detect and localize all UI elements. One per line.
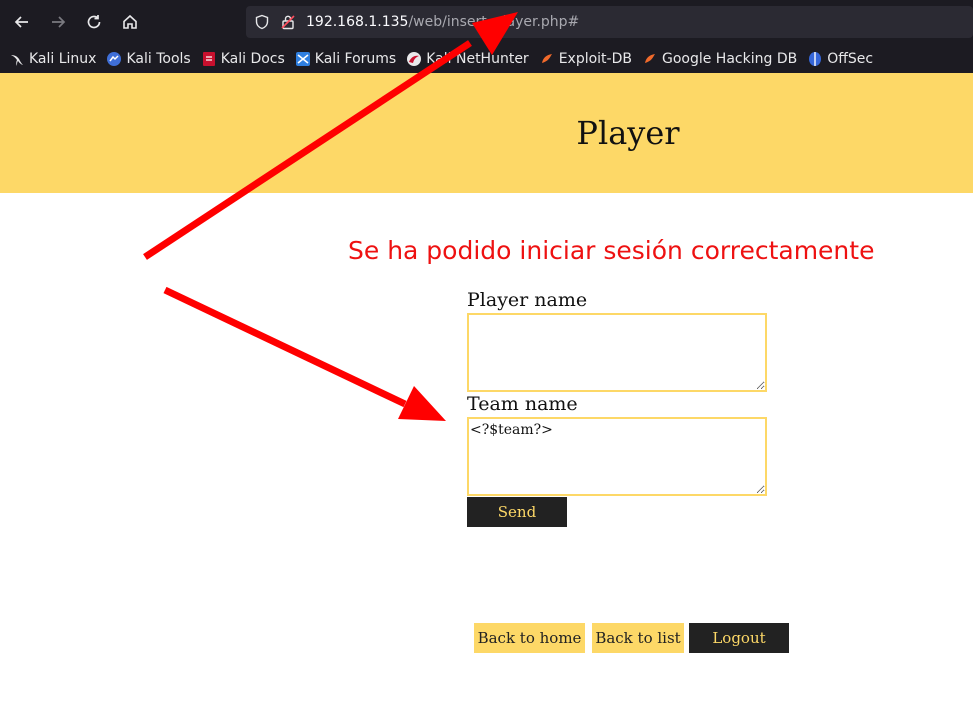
kali-nethunter-icon — [406, 51, 422, 67]
reload-button[interactable] — [76, 4, 112, 40]
page-header: Player — [0, 73, 973, 193]
login-success-message: Se ha podido iniciar sesión correctament… — [348, 236, 875, 265]
url-path: /web/insert_player.php# — [408, 14, 580, 30]
kali-forums-icon — [295, 51, 311, 67]
kali-tools-icon — [106, 51, 122, 67]
bookmark-label: Kali Tools — [126, 50, 191, 67]
exploit-db-icon — [539, 51, 555, 67]
team-name-input[interactable]: <?$team?> — [467, 417, 767, 496]
bookmark-label: Kali Forums — [314, 50, 397, 67]
lock-insecure-icon[interactable] — [280, 14, 296, 30]
google-hacking-db-icon — [642, 51, 658, 67]
annotation-arrow-team-field — [163, 286, 446, 421]
team-name-label: Team name — [467, 393, 578, 415]
shield-icon[interactable] — [254, 14, 270, 30]
home-icon — [123, 14, 137, 29]
back-to-home-button[interactable]: Back to home — [474, 623, 585, 653]
arrow-right-icon — [52, 16, 66, 28]
bookmark-label: Exploit-DB — [558, 50, 632, 67]
page-title: Player — [576, 114, 680, 152]
player-name-label: Player name — [467, 289, 588, 311]
back-button[interactable] — [4, 4, 40, 40]
bookmark-kali-forums[interactable]: Kali Forums — [295, 51, 396, 67]
logout-button[interactable]: Logout — [689, 623, 789, 653]
bookmark-kali-tools[interactable]: Kali Tools — [106, 50, 191, 67]
back-to-list-button[interactable]: Back to list — [592, 623, 684, 653]
forward-button[interactable] — [40, 4, 76, 40]
bookmark-label: Kali NetHunter — [426, 50, 529, 67]
bookmark-google-hacking-db[interactable]: Google Hacking DB — [642, 51, 797, 67]
bookmark-kali-nethunter[interactable]: Kali NetHunter — [406, 50, 529, 67]
offsec-icon — [807, 51, 823, 67]
url-text[interactable]: 192.168.1.135/web/insert_player.php# — [306, 14, 579, 30]
bookmark-exploit-db[interactable]: Exploit-DB — [539, 51, 632, 67]
bookmarks-bar: Kali Linux Kali Tools Kali Docs Kali For… — [0, 44, 973, 73]
url-host: 192.168.1.135 — [306, 14, 409, 30]
kali-dragon-icon — [9, 51, 25, 67]
bookmark-kali-docs[interactable]: Kali Docs — [201, 51, 285, 67]
bookmark-label: Google Hacking DB — [661, 50, 798, 67]
bookmark-kali-linux[interactable]: Kali Linux — [9, 51, 96, 67]
home-button[interactable] — [112, 4, 148, 40]
player-name-input[interactable] — [467, 313, 767, 392]
bookmark-offsec[interactable]: OffSec — [807, 51, 873, 67]
bookmark-label: Kali Linux — [29, 50, 97, 67]
send-button[interactable]: Send — [467, 497, 567, 527]
bookmark-label: Kali Docs — [220, 50, 285, 67]
arrow-left-icon — [14, 16, 28, 28]
bookmark-label: OffSec — [827, 50, 874, 67]
url-bar[interactable]: 192.168.1.135/web/insert_player.php# — [246, 6, 973, 38]
kali-docs-icon — [201, 51, 217, 67]
reload-icon — [87, 15, 101, 29]
